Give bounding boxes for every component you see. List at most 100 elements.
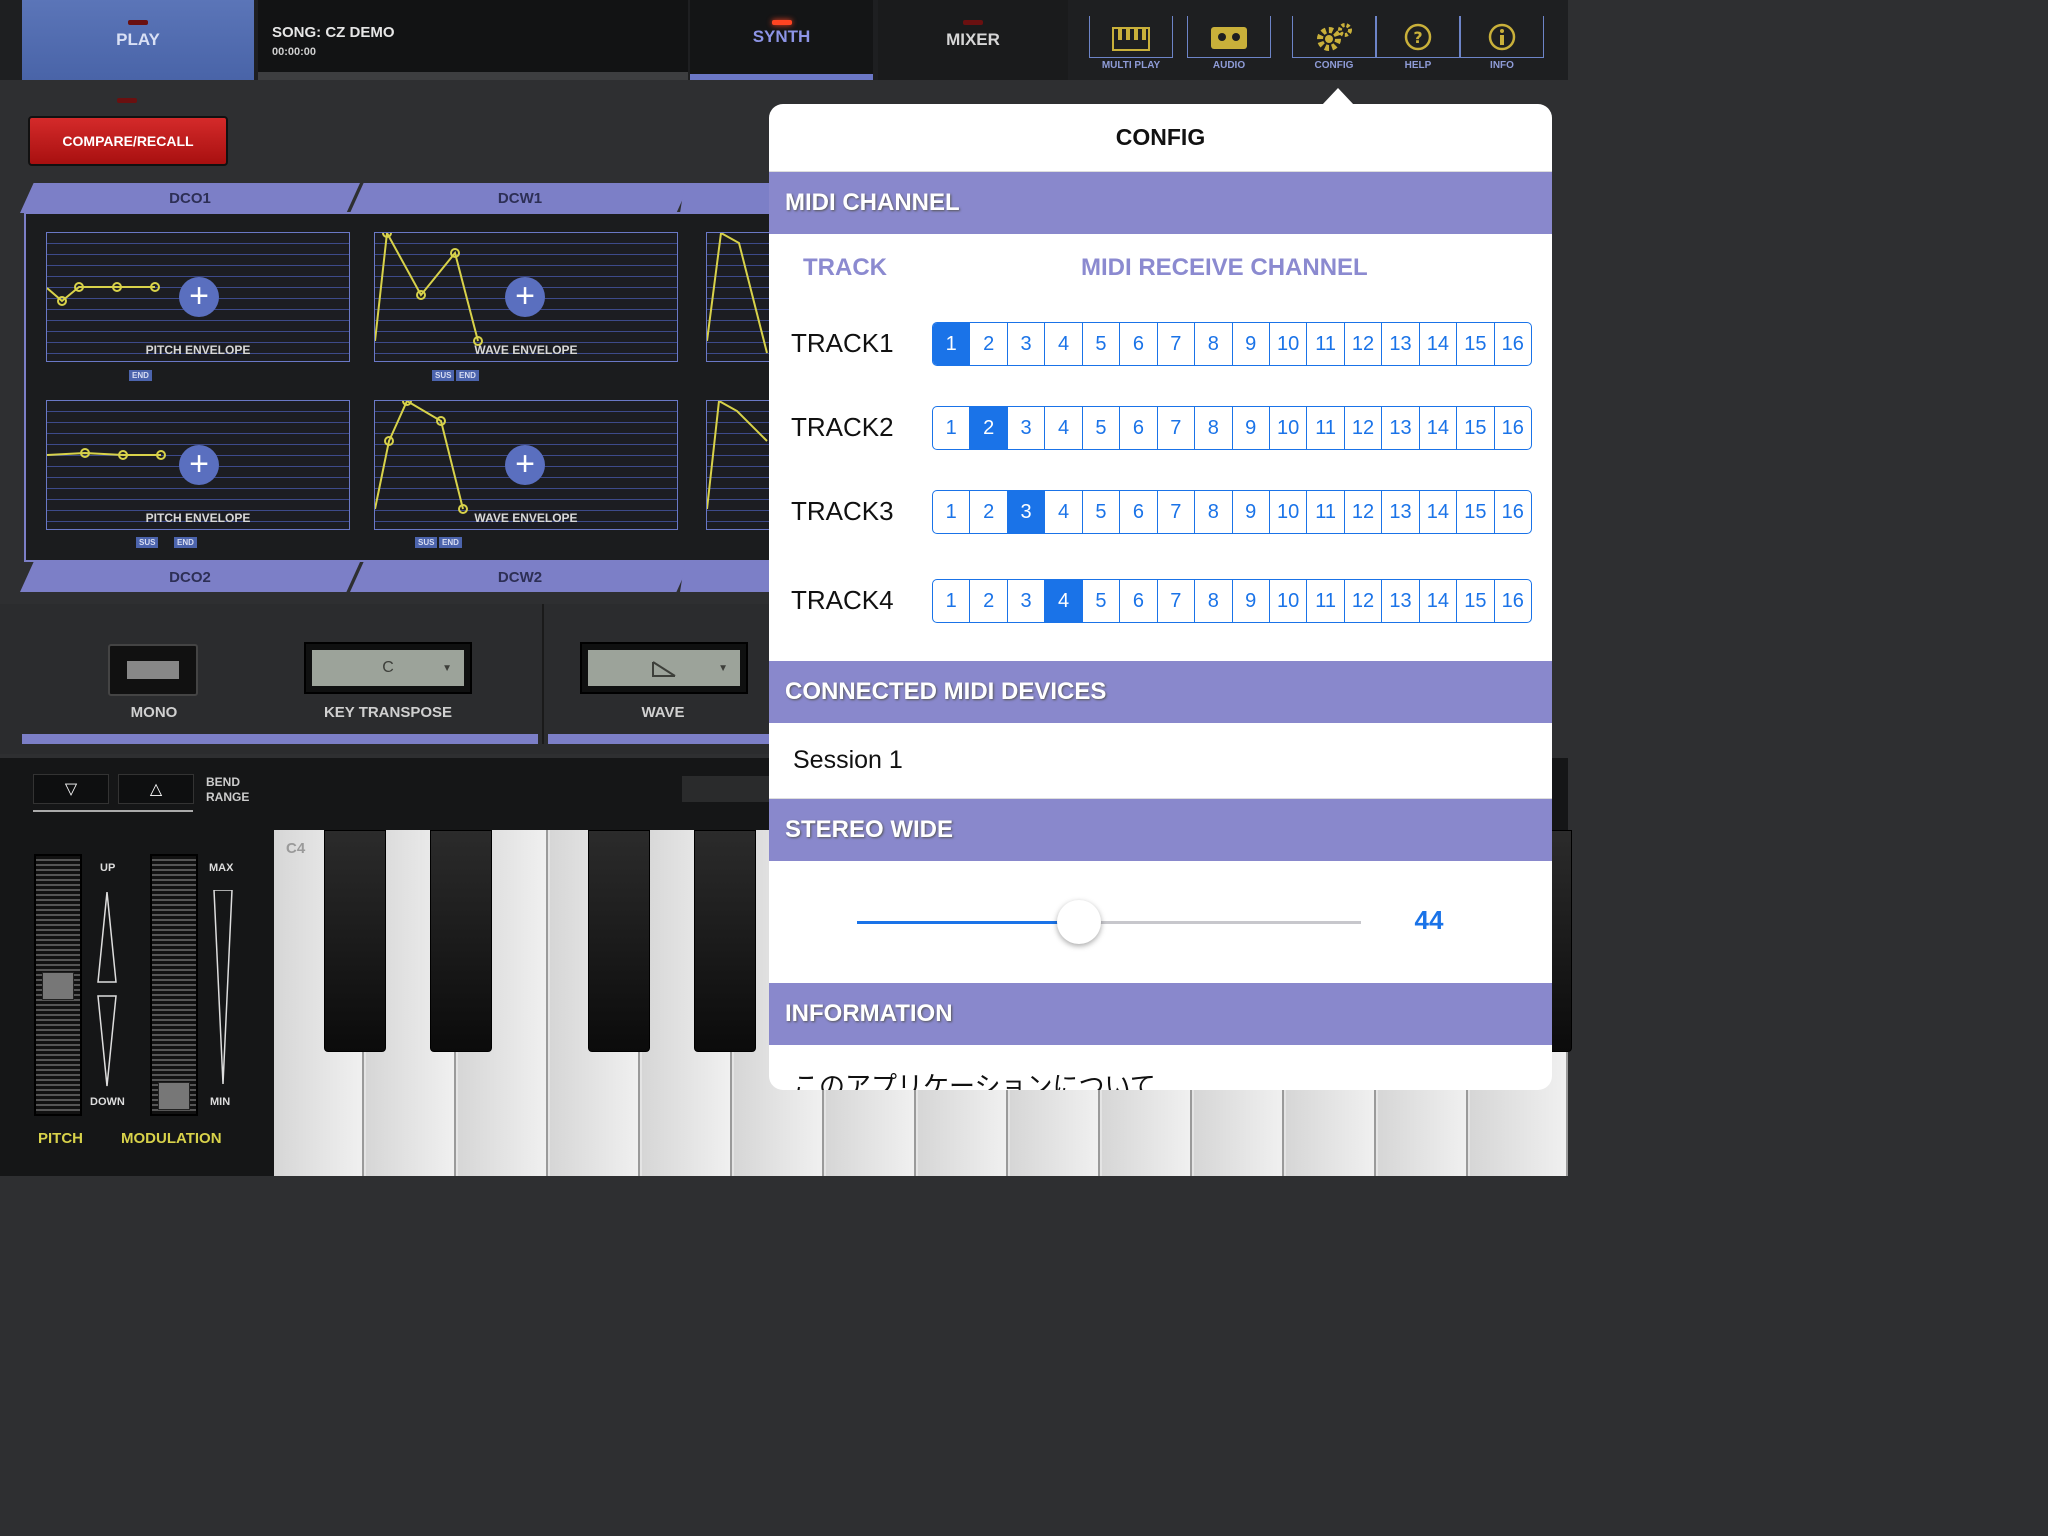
channel-option[interactable]: 5 xyxy=(1083,323,1121,365)
about-app-item[interactable]: このアプリケーションについて xyxy=(793,1066,1156,1090)
modulation-wheel[interactable] xyxy=(150,854,198,1116)
channel-option[interactable]: 3 xyxy=(1008,407,1046,449)
track3-channel-selector[interactable]: 1 2 3 4 5 6 7 8 9 10 11 12 13 14 15 16 xyxy=(932,490,1532,534)
channel-option[interactable]: 12 xyxy=(1345,491,1383,533)
channel-option[interactable]: 10 xyxy=(1270,580,1308,622)
channel-option[interactable]: 2 xyxy=(970,323,1008,365)
channel-option[interactable]: 6 xyxy=(1120,580,1158,622)
channel-option[interactable]: 8 xyxy=(1195,407,1233,449)
add-point-button[interactable]: + xyxy=(505,445,545,485)
channel-option[interactable]: 8 xyxy=(1195,323,1233,365)
channel-option[interactable]: 6 xyxy=(1120,407,1158,449)
channel-option[interactable]: 16 xyxy=(1495,407,1531,449)
channel-option[interactable]: 7 xyxy=(1158,407,1196,449)
channel-option[interactable]: 15 xyxy=(1457,491,1495,533)
channel-option[interactable]: 2 xyxy=(970,580,1008,622)
channel-option[interactable]: 14 xyxy=(1420,491,1458,533)
channel-option[interactable]: 10 xyxy=(1270,407,1308,449)
channel-option[interactable]: 12 xyxy=(1345,580,1383,622)
pitch-envelope-graph-2[interactable]: + PITCH ENVELOPE xyxy=(46,400,350,530)
channel-option[interactable]: 7 xyxy=(1158,580,1196,622)
mono-button[interactable] xyxy=(108,644,198,696)
channel-option[interactable]: 12 xyxy=(1345,323,1383,365)
channel-option[interactable]: 14 xyxy=(1420,323,1458,365)
compare-recall-button[interactable]: COMPARE/RECALL xyxy=(28,116,228,166)
pitch-wheel-handle[interactable] xyxy=(42,972,74,1000)
channel-option[interactable]: 1 xyxy=(933,580,971,622)
pitch-wheel[interactable] xyxy=(34,854,82,1116)
config-button[interactable] xyxy=(1292,16,1376,58)
channel-option[interactable]: 3 xyxy=(1007,491,1046,533)
channel-option[interactable]: 15 xyxy=(1457,580,1495,622)
play-button[interactable]: PLAY xyxy=(22,0,254,80)
wave-select[interactable]: ▼ xyxy=(580,642,748,694)
black-key[interactable] xyxy=(694,830,756,1052)
channel-option[interactable]: 13 xyxy=(1382,407,1420,449)
channel-option[interactable]: 9 xyxy=(1233,491,1270,533)
channel-option[interactable]: 11 xyxy=(1307,491,1345,533)
info-button[interactable] xyxy=(1460,16,1544,58)
channel-option[interactable]: 7 xyxy=(1158,323,1196,365)
black-key[interactable] xyxy=(324,830,386,1052)
midi-device-item[interactable]: Session 1 xyxy=(793,746,903,775)
channel-option[interactable]: 3 xyxy=(1008,580,1046,622)
channel-option[interactable]: 6 xyxy=(1120,323,1158,365)
channel-option[interactable]: 1 xyxy=(933,323,971,365)
channel-option[interactable]: 4 xyxy=(1045,580,1083,622)
channel-option[interactable]: 5 xyxy=(1083,491,1121,533)
channel-option[interactable]: 14 xyxy=(1420,407,1458,449)
channel-option[interactable]: 9 xyxy=(1233,323,1270,365)
channel-option[interactable]: 2 xyxy=(970,407,1008,449)
key-transpose-select[interactable]: C ▼ xyxy=(304,642,472,694)
black-key[interactable] xyxy=(588,830,650,1052)
channel-option[interactable]: 10 xyxy=(1270,491,1308,533)
add-point-button[interactable]: + xyxy=(505,277,545,317)
channel-option[interactable]: 3 xyxy=(1008,323,1046,365)
track2-channel-selector[interactable]: 1 2 3 4 5 6 7 8 9 10 11 12 13 14 15 16 xyxy=(932,406,1532,450)
channel-option[interactable]: 13 xyxy=(1382,580,1420,622)
song-display[interactable]: SONG: CZ DEMO 00:00:00 xyxy=(258,0,688,80)
add-point-button[interactable]: + xyxy=(179,277,219,317)
channel-option[interactable]: 11 xyxy=(1307,407,1345,449)
channel-option[interactable]: 16 xyxy=(1495,580,1531,622)
track1-channel-selector[interactable]: 1 2 3 4 5 6 7 8 9 10 11 12 13 14 15 16 xyxy=(932,322,1532,366)
channel-option[interactable]: 9 xyxy=(1233,407,1270,449)
channel-option[interactable]: 1 xyxy=(933,491,971,533)
multi-play-button[interactable] xyxy=(1089,16,1173,58)
modulation-wheel-handle[interactable] xyxy=(158,1082,190,1110)
wave-envelope-graph-2[interactable]: + WAVE ENVELOPE xyxy=(374,400,678,530)
channel-option[interactable]: 12 xyxy=(1345,407,1383,449)
stereo-slider-track[interactable] xyxy=(857,921,1361,924)
bend-up-button[interactable]: △ xyxy=(118,774,194,804)
channel-option[interactable]: 13 xyxy=(1382,491,1420,533)
channel-option[interactable]: 8 xyxy=(1195,491,1233,533)
channel-option[interactable]: 11 xyxy=(1307,323,1345,365)
channel-option[interactable]: 4 xyxy=(1045,323,1083,365)
channel-option[interactable]: 16 xyxy=(1495,323,1531,365)
channel-option[interactable]: 4 xyxy=(1045,407,1083,449)
help-button[interactable]: ? xyxy=(1376,16,1460,58)
stereo-slider-thumb[interactable] xyxy=(1056,900,1101,944)
wave-envelope-graph-1[interactable]: + WAVE ENVELOPE xyxy=(374,232,678,362)
channel-option[interactable]: 13 xyxy=(1382,323,1420,365)
audio-button[interactable] xyxy=(1187,16,1271,58)
add-point-button[interactable]: + xyxy=(179,445,219,485)
channel-option[interactable]: 10 xyxy=(1270,323,1308,365)
channel-option[interactable]: 9 xyxy=(1233,580,1270,622)
song-progress-bar[interactable] xyxy=(258,72,688,80)
tab-mixer[interactable]: MIXER xyxy=(878,0,1068,80)
channel-option[interactable]: 14 xyxy=(1420,580,1458,622)
channel-option[interactable]: 16 xyxy=(1495,491,1531,533)
black-key[interactable] xyxy=(430,830,492,1052)
channel-option[interactable]: 15 xyxy=(1457,407,1495,449)
channel-option[interactable]: 5 xyxy=(1083,580,1121,622)
track4-channel-selector[interactable]: 1 2 3 4 5 6 7 8 9 10 11 12 13 14 15 16 xyxy=(932,579,1532,623)
channel-option[interactable]: 7 xyxy=(1158,491,1196,533)
channel-option[interactable]: 15 xyxy=(1457,323,1495,365)
pitch-envelope-graph-1[interactable]: + PITCH ENVELOPE xyxy=(46,232,350,362)
channel-option[interactable]: 11 xyxy=(1307,580,1345,622)
channel-option[interactable]: 6 xyxy=(1120,491,1158,533)
channel-option[interactable]: 5 xyxy=(1083,407,1121,449)
channel-option[interactable]: 8 xyxy=(1195,580,1233,622)
channel-option[interactable]: 2 xyxy=(970,491,1008,533)
